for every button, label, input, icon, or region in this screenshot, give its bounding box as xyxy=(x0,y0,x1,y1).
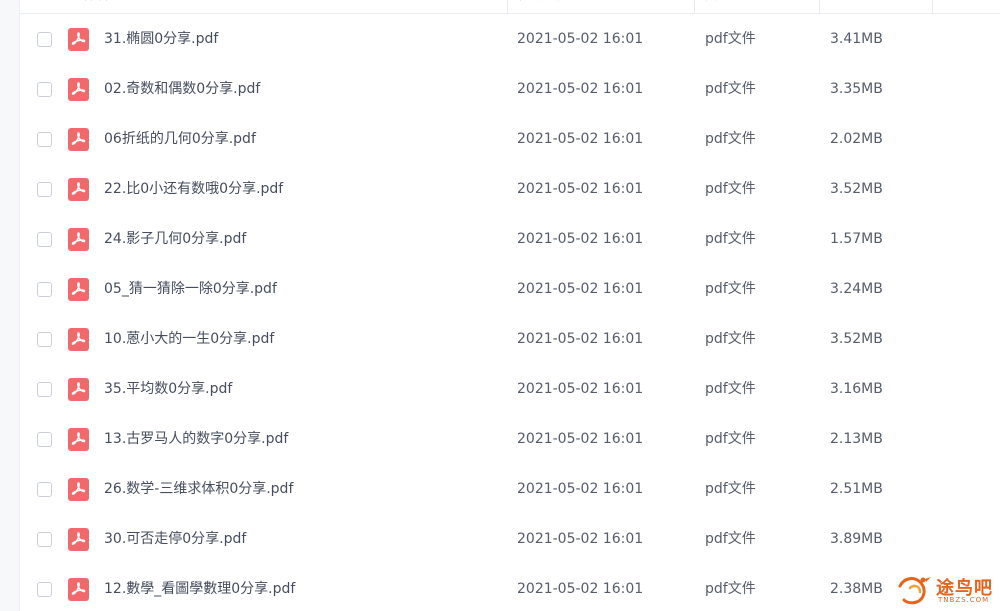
row-checkbox[interactable] xyxy=(37,482,52,497)
file-type: pdf文件 xyxy=(705,481,756,497)
file-row[interactable]: 30.可否走停0分享.pdf 2021-05-02 16:01 pdf文件 3.89M… xyxy=(20,514,1000,564)
pdf-file-icon xyxy=(68,128,89,151)
pdf-file-icon xyxy=(68,28,89,51)
file-size: 3.52MB xyxy=(830,181,883,197)
file-size: 1.57MB xyxy=(830,231,883,247)
sidebar-edge xyxy=(0,0,20,611)
file-type: pdf文件 xyxy=(705,531,756,547)
row-checkbox[interactable] xyxy=(37,382,52,397)
file-date: 2021-05-02 16:01 xyxy=(517,281,644,297)
file-size: 3.24MB xyxy=(830,281,883,297)
file-size: 3.89MB xyxy=(830,531,883,547)
header-date[interactable]: 修改时间 xyxy=(508,0,570,14)
file-type: pdf文件 xyxy=(705,331,756,347)
file-date: 2021-05-02 16:01 xyxy=(517,381,644,397)
file-name[interactable]: 26.数学-三维求体积0分享.pdf xyxy=(104,464,293,514)
watermark-logo: 途鸟吧 TNBZS.COM xyxy=(896,572,996,608)
pdf-file-icon xyxy=(68,78,89,101)
file-row[interactable]: 10.蒽小大的一生0分享.pdf 2021-05-02 16:01 pdf文件 3.5… xyxy=(20,314,1000,364)
header-divider xyxy=(932,0,933,14)
file-list: 31.椭圆0分享.pdf 2021-05-02 16:01 pdf文件 3.41MB 0… xyxy=(20,14,1000,611)
file-size: 3.41MB xyxy=(830,31,883,47)
file-size: 2.38MB xyxy=(830,581,883,597)
file-date: 2021-05-02 16:01 xyxy=(517,481,644,497)
file-type: pdf文件 xyxy=(705,381,756,397)
file-date: 2021-05-02 16:01 xyxy=(517,331,644,347)
file-type: pdf文件 xyxy=(705,131,756,147)
row-checkbox[interactable] xyxy=(37,582,52,597)
file-type: pdf文件 xyxy=(705,31,756,47)
file-name[interactable]: 02.奇数和偶数0分享.pdf xyxy=(104,64,260,114)
header-type[interactable]: 类型 xyxy=(695,0,731,14)
scrollbar[interactable] xyxy=(994,0,1000,611)
file-row[interactable]: 05_猜一猜除一除0分享.pdf 2021-05-02 16:01 pdf文件 3.2… xyxy=(20,264,1000,314)
pdf-file-icon xyxy=(68,228,89,251)
bird-logo-icon xyxy=(898,577,931,605)
file-row[interactable]: 13.古罗马人的数字0分享.pdf 2021-05-02 16:01 pdf文件 2.… xyxy=(20,414,1000,464)
file-row[interactable]: 26.数学-三维求体积0分享.pdf 2021-05-02 16:01 pdf文件 2… xyxy=(20,464,1000,514)
file-type: pdf文件 xyxy=(705,281,756,297)
row-checkbox[interactable] xyxy=(37,532,52,547)
file-size: 3.16MB xyxy=(830,381,883,397)
file-row[interactable]: 06折纸的几何0分享.pdf 2021-05-02 16:01 pdf文件 2.02M… xyxy=(20,114,1000,164)
file-row[interactable]: 31.椭圆0分享.pdf 2021-05-02 16:01 pdf文件 3.41MB xyxy=(20,14,1000,64)
file-name[interactable]: 12.數學_看圖學數理0分享.pdf xyxy=(104,564,295,611)
file-name[interactable]: 30.可否走停0分享.pdf xyxy=(104,514,246,564)
row-checkbox[interactable] xyxy=(37,32,52,47)
file-size: 3.35MB xyxy=(830,81,883,97)
file-type: pdf文件 xyxy=(705,181,756,197)
row-checkbox[interactable] xyxy=(37,82,52,97)
file-row[interactable]: 02.奇数和偶数0分享.pdf 2021-05-02 16:01 pdf文件 3.35… xyxy=(20,64,1000,114)
file-size: 2.13MB xyxy=(830,431,883,447)
file-row[interactable]: 22.比0小还有数哦0分享.pdf 2021-05-02 16:01 pdf文件 3.… xyxy=(20,164,1000,214)
file-name[interactable]: 06折纸的几何0分享.pdf xyxy=(104,114,256,164)
header-size[interactable]: 大小 xyxy=(820,0,856,14)
file-row[interactable]: 24.影子几何0分享.pdf 2021-05-02 16:01 pdf文件 1.57M… xyxy=(20,214,1000,264)
file-row[interactable]: 12.數學_看圖學數理0分享.pdf 2021-05-02 16:01 pdf文件 2… xyxy=(20,564,1000,611)
row-checkbox[interactable] xyxy=(37,182,52,197)
file-type: pdf文件 xyxy=(705,431,756,447)
pdf-file-icon xyxy=(68,428,89,451)
file-name[interactable]: 22.比0小还有数哦0分享.pdf xyxy=(104,164,283,214)
file-name[interactable]: 31.椭圆0分享.pdf xyxy=(104,14,218,64)
pdf-file-icon xyxy=(68,478,89,501)
file-date: 2021-05-02 16:01 xyxy=(517,181,644,197)
pdf-file-icon xyxy=(68,278,89,301)
file-date: 2021-05-02 16:01 xyxy=(517,581,644,597)
file-date: 2021-05-02 16:01 xyxy=(517,131,644,147)
pdf-file-icon xyxy=(68,378,89,401)
file-row[interactable]: 35.平均数0分享.pdf 2021-05-02 16:01 pdf文件 3.16MB xyxy=(20,364,1000,414)
file-size: 3.52MB xyxy=(830,331,883,347)
file-name[interactable]: 10.蒽小大的一生0分享.pdf xyxy=(104,314,274,364)
file-type: pdf文件 xyxy=(705,581,756,597)
pdf-file-icon xyxy=(68,578,89,601)
row-checkbox[interactable] xyxy=(37,282,52,297)
column-header: 文件名 修改时间 类型 大小 xyxy=(20,0,1000,14)
file-type: pdf文件 xyxy=(705,231,756,247)
file-type: pdf文件 xyxy=(705,81,756,97)
file-date: 2021-05-02 16:01 xyxy=(517,431,644,447)
file-date: 2021-05-02 16:01 xyxy=(517,31,644,47)
file-date: 2021-05-02 16:01 xyxy=(517,531,644,547)
watermark-subtext: TNBZS.COM xyxy=(938,596,990,604)
file-list-page: 文件名 修改时间 类型 大小 31.椭圆0分享.pdf 2021-05-02 16… xyxy=(0,0,1000,611)
file-date: 2021-05-02 16:01 xyxy=(517,231,644,247)
file-name[interactable]: 13.古罗马人的数字0分享.pdf xyxy=(104,414,288,464)
row-checkbox[interactable] xyxy=(37,232,52,247)
row-checkbox[interactable] xyxy=(37,432,52,447)
file-name[interactable]: 35.平均数0分享.pdf xyxy=(104,364,232,414)
file-date: 2021-05-02 16:01 xyxy=(517,81,644,97)
file-size: 2.02MB xyxy=(830,131,883,147)
row-checkbox[interactable] xyxy=(37,132,52,147)
row-checkbox[interactable] xyxy=(37,332,52,347)
pdf-file-icon xyxy=(68,528,89,551)
header-name[interactable]: 文件名 xyxy=(60,0,109,14)
file-name[interactable]: 24.影子几何0分享.pdf xyxy=(104,214,246,264)
file-size: 2.51MB xyxy=(830,481,883,497)
pdf-file-icon xyxy=(68,178,89,201)
file-name[interactable]: 05_猜一猜除一除0分享.pdf xyxy=(104,264,277,314)
pdf-file-icon xyxy=(68,328,89,351)
